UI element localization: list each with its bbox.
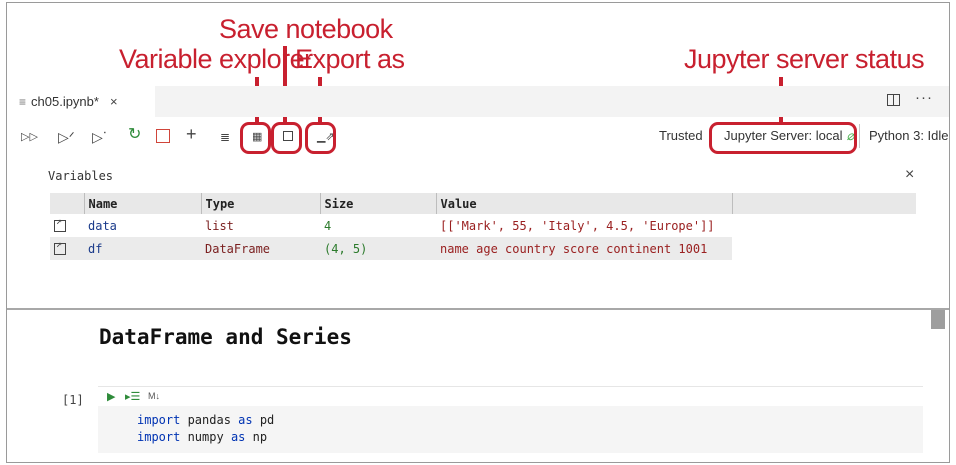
notebook-file-icon: ≡: [19, 94, 27, 109]
variable-name: data: [88, 218, 117, 233]
code-line: import pandas as pd: [137, 413, 275, 427]
variable-name: df: [84, 237, 201, 260]
notebook-tab[interactable]: ≡ ch05.ipynb* ×: [7, 86, 155, 117]
table-row: df DataFrame (4, 5) name age country sco…: [50, 237, 916, 260]
markdown-heading: DataFrame and Series: [99, 325, 352, 349]
variable-type: list: [205, 218, 234, 233]
open-data-viewer-icon[interactable]: [50, 214, 84, 237]
tab-close-icon[interactable]: ×: [110, 94, 118, 109]
clear-output-icon[interactable]: ≣: [220, 128, 230, 146]
row-filler: [732, 214, 916, 237]
row-filler: [732, 237, 916, 260]
variable-type: DataFrame: [201, 237, 320, 260]
callout-server-status: Jupyter server status: [684, 44, 925, 74]
column-header-filler: [731, 193, 916, 214]
column-header-value[interactable]: Value: [435, 193, 732, 214]
highlight-export-as: [305, 122, 336, 154]
code-cell[interactable]: import pandas as pd import numpy as np: [98, 406, 923, 453]
panel-divider[interactable]: [7, 308, 949, 310]
open-data-viewer-icon[interactable]: [50, 237, 84, 260]
variable-size: 4: [324, 218, 332, 233]
run-all-icon[interactable]: ▷▷: [21, 128, 38, 146]
interrupt-icon[interactable]: [156, 129, 170, 143]
highlight-save-notebook: [271, 122, 302, 154]
run-cell-icon[interactable]: ▶: [107, 390, 115, 403]
variable-value: [['Mark', 55, 'Italy', 4.5, 'Europe']]: [440, 218, 715, 233]
markdown-toggle[interactable]: M↓: [148, 391, 160, 401]
variables-table: Name Type Size Value data list 4 [['Mark…: [50, 193, 916, 260]
kernel-status[interactable]: Python 3: Idle: [869, 128, 949, 143]
split-editor-icon[interactable]: [887, 94, 900, 106]
restart-icon[interactable]: ↻: [128, 126, 141, 144]
run-above-icon[interactable]: ▷ᐟ: [58, 128, 75, 146]
highlight-server-status: [709, 122, 857, 154]
column-header-open: [50, 193, 84, 214]
variables-title: Variables: [48, 169, 114, 183]
kernel-separator: [859, 124, 860, 148]
variables-close-icon[interactable]: ×: [905, 166, 914, 184]
variable-size: (4, 5): [320, 237, 436, 260]
run-by-line-icon[interactable]: ▸☰: [125, 390, 140, 403]
add-cell-icon[interactable]: +: [186, 125, 197, 143]
column-header-name[interactable]: Name: [83, 193, 201, 214]
column-header-type[interactable]: Type: [200, 193, 320, 214]
more-actions-icon[interactable]: ···: [915, 89, 933, 106]
scrollbar-thumb[interactable]: [931, 310, 945, 329]
tab-filename: ch05.ipynb*: [31, 94, 99, 109]
highlight-variable-explorer: [240, 122, 271, 154]
cell-toolbar: ▶ ▸☰ M↓: [98, 386, 923, 406]
table-row: data list 4 [['Mark', 55, 'Italy', 4.5, …: [50, 214, 916, 237]
callout-save-notebook: Save notebook: [219, 14, 393, 44]
callout-export-as: Export as: [295, 44, 405, 74]
run-below-icon[interactable]: ▷ᐝ: [92, 128, 106, 146]
variable-value: name age country score continent 1001: [436, 237, 732, 260]
execution-count: [1]: [62, 393, 84, 407]
trusted-label[interactable]: Trusted: [659, 128, 703, 143]
code-line: import numpy as np: [137, 430, 268, 444]
tab-strip: ≡ ch05.ipynb* × ···: [7, 86, 949, 117]
column-header-size[interactable]: Size: [319, 193, 436, 214]
